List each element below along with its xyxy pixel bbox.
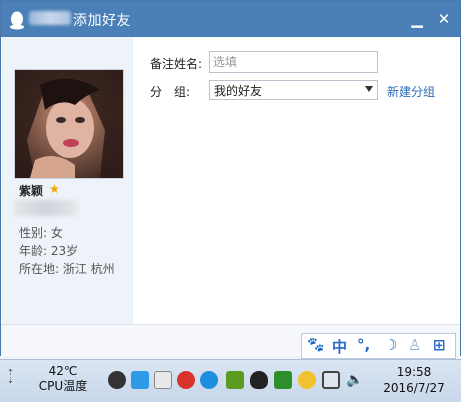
grid-icon[interactable]: ⊞ xyxy=(433,336,446,354)
minimize-icon: ▁ xyxy=(411,10,423,28)
cpu-temp-widget[interactable]: 42℃ CPU温度 xyxy=(37,364,89,394)
nickname: 紫颖 xyxy=(19,184,44,198)
group-select[interactable]: 我的好友 xyxy=(209,80,378,100)
blurred-account xyxy=(14,200,78,216)
monitor-icon[interactable] xyxy=(322,371,340,389)
close-icon: ✕ xyxy=(437,10,451,28)
clock-time: 19:58 xyxy=(396,365,432,379)
cube-icon[interactable] xyxy=(131,371,149,389)
chevron-down-icon xyxy=(365,86,373,92)
weibo-icon[interactable] xyxy=(154,371,172,389)
group-label: 分 组: xyxy=(150,85,191,99)
moon-icon[interactable]: ☽ xyxy=(384,336,397,354)
profile-panel: 紫颖 ★ 性别: 女 年龄: 23岁 所在地: 浙江 杭州 xyxy=(2,37,133,324)
game-icon[interactable] xyxy=(298,371,316,389)
user-icon[interactable]: ♙ xyxy=(408,336,421,354)
close-button[interactable]: ✕ xyxy=(433,9,455,29)
taskbar: ⇡ ⇣ 42℃ CPU温度 🔈 19:58 2016/7/27 xyxy=(0,359,461,402)
new-group-link[interactable]: 新建分组 xyxy=(387,83,435,100)
minimize-button[interactable]: ▁ xyxy=(406,9,428,29)
qq-logo-icon xyxy=(10,11,24,30)
blurred-name xyxy=(29,11,71,25)
remark-input[interactable] xyxy=(209,51,378,73)
ime-lang-toggle[interactable]: 中 xyxy=(332,336,347,357)
netease-music-icon[interactable] xyxy=(177,371,195,389)
location-text: 所在地: 浙江 杭州 xyxy=(19,262,115,276)
nvidia-icon[interactable] xyxy=(226,371,244,389)
ime-toolbar: 🐾 中 °, ☽ ♙ ⊞ xyxy=(301,333,456,359)
shield-icon[interactable] xyxy=(274,371,292,389)
age-text: 年龄: 23岁 xyxy=(19,244,79,258)
cat-icon[interactable] xyxy=(108,371,126,389)
tray-expand-icon[interactable]: ⇡ ⇣ xyxy=(7,369,14,385)
clock-date: 2016/7/27 xyxy=(383,381,445,395)
add-friend-window: 添加好友 ▁ ✕ 紫颖 ★ 性别: 女 年龄: 23岁 所在地: 浙江 杭州 备… xyxy=(0,0,461,356)
avatar xyxy=(14,69,124,179)
star-icon: ★ xyxy=(49,182,60,196)
cpu-temp-label: CPU温度 xyxy=(38,379,88,393)
volume-icon[interactable]: 🔈 xyxy=(346,371,364,389)
remark-label: 备注姓名: xyxy=(150,57,203,71)
window-title: 添加好友 xyxy=(73,13,131,29)
cpu-temp-value: 42℃ xyxy=(48,364,78,378)
qq-penguin-icon[interactable] xyxy=(250,371,268,389)
paw-icon[interactable]: 🐾 xyxy=(307,337,324,353)
punctuation-toggle[interactable]: °, xyxy=(357,336,370,354)
group-select-value: 我的好友 xyxy=(214,84,263,98)
video-player-icon[interactable] xyxy=(200,371,218,389)
avatar-photo xyxy=(15,70,123,178)
title-bar[interactable]: 添加好友 ▁ ✕ xyxy=(1,1,460,37)
clock[interactable]: 19:58 2016/7/27 xyxy=(372,364,456,396)
gender-text: 性别: 女 xyxy=(19,226,63,240)
